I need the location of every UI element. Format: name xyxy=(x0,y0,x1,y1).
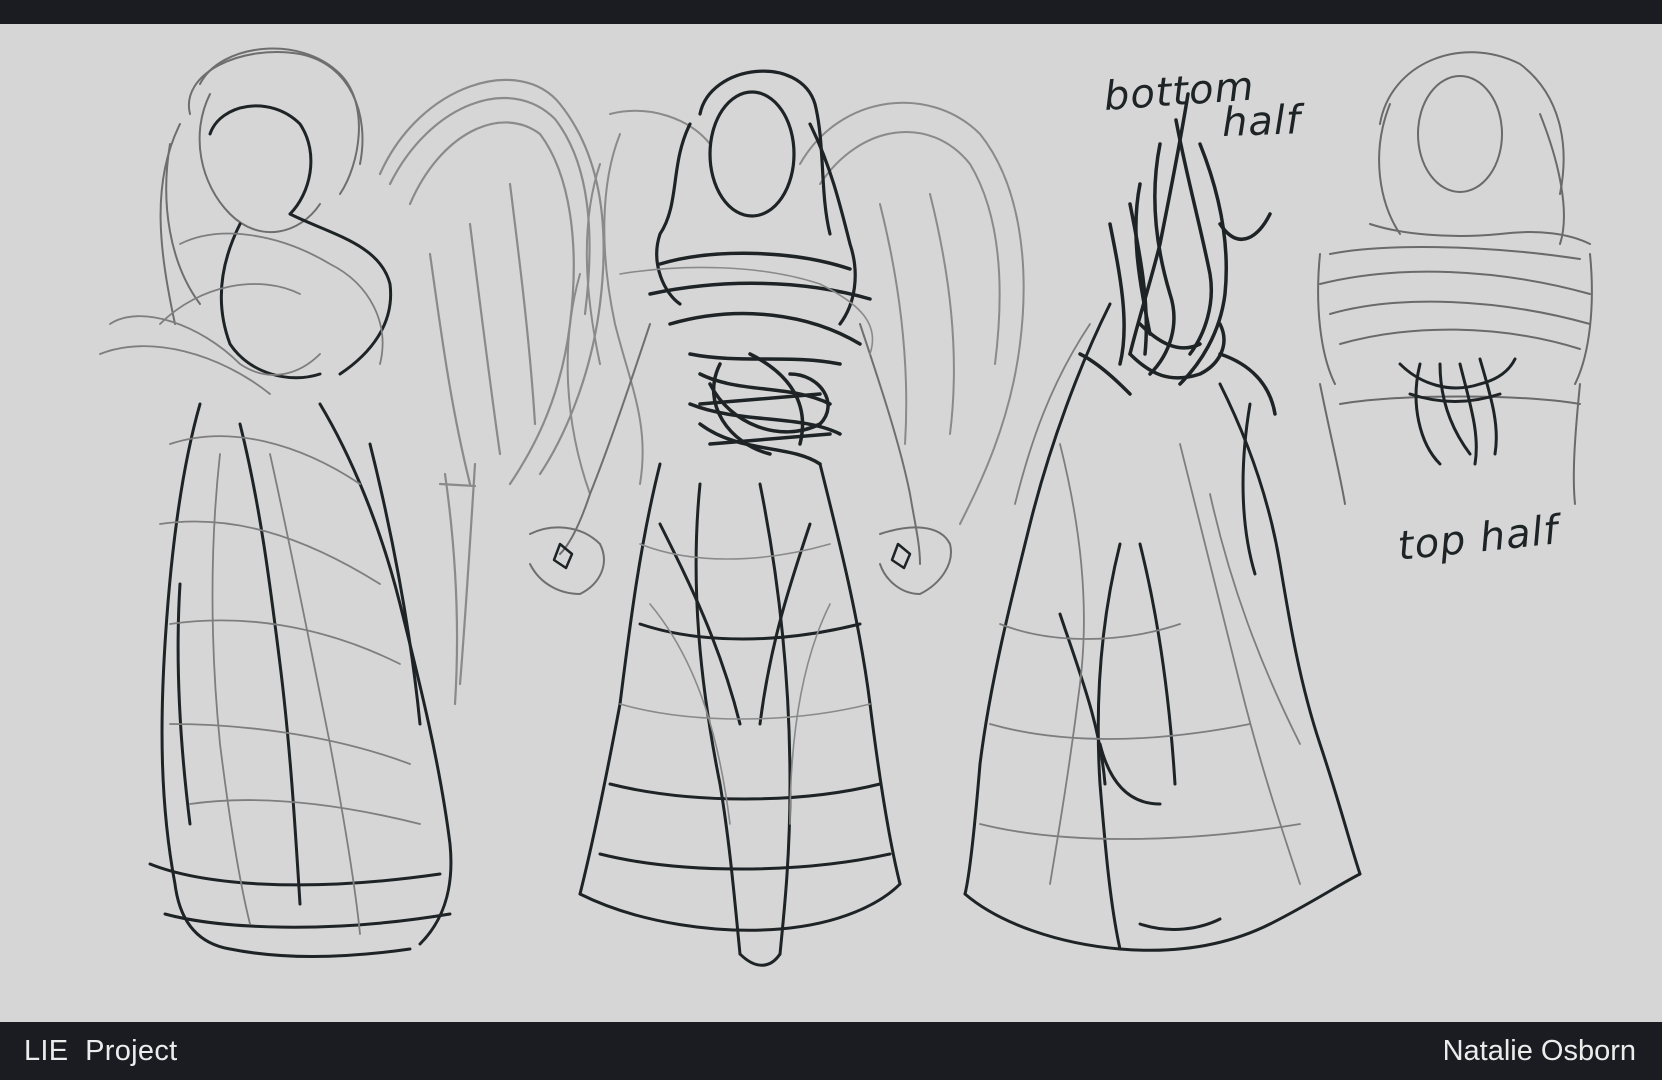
footer-bar: LIE Project Natalie Osborn xyxy=(0,1022,1662,1080)
figure-side-with-wings xyxy=(99,47,605,958)
project-title: LIE Project xyxy=(24,1034,178,1067)
top-bar xyxy=(0,0,1662,24)
figure-back-bottom-half xyxy=(963,92,1362,952)
figure-top-half-bust xyxy=(1317,51,1593,505)
figure-front-with-wings xyxy=(529,69,1025,967)
artist-name: Natalie Osborn xyxy=(1442,1034,1636,1067)
sketch-canvas: bottom half top half xyxy=(0,24,1662,1022)
label-bottom-half-line2: half xyxy=(1221,97,1302,146)
